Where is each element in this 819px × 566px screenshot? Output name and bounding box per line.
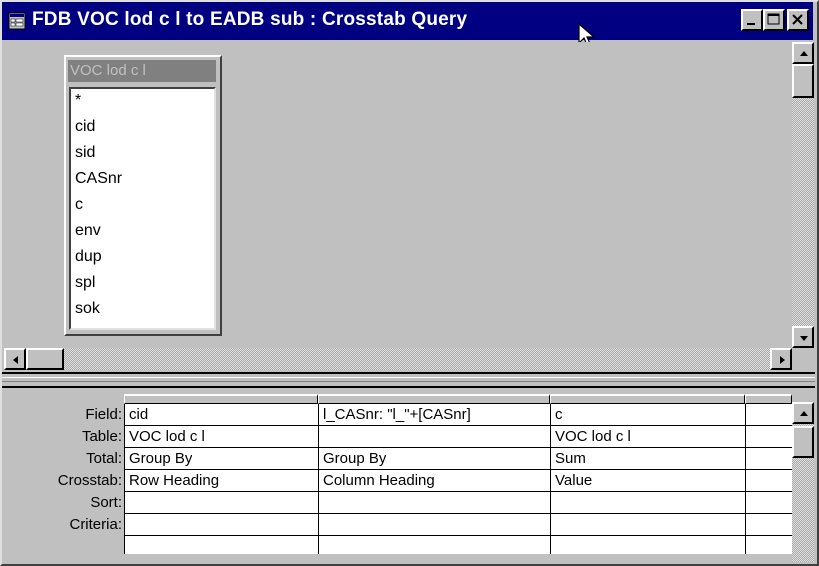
cell-crosstab-1[interactable]: Row Heading — [129, 472, 219, 489]
grid-scroll-up-button[interactable] — [792, 402, 814, 424]
hscroll-thumb[interactable] — [26, 348, 64, 370]
arrow-left-icon — [13, 356, 18, 364]
cell-field-3[interactable]: c — [555, 406, 563, 423]
cell-total-1[interactable]: Group By — [129, 450, 192, 467]
grid-divider — [124, 513, 792, 514]
pane-splitter[interactable] — [2, 372, 815, 388]
close-button[interactable] — [787, 9, 809, 31]
field-item-spl[interactable]: spl — [75, 274, 95, 292]
cell-field-1[interactable]: cid — [129, 406, 148, 423]
scroll-right-button[interactable] — [770, 348, 792, 370]
cell-crosstab-2[interactable]: Column Heading — [323, 472, 435, 489]
grid-vertical-scrollbar[interactable] — [792, 402, 814, 562]
minimize-button[interactable] — [741, 9, 763, 31]
arrow-up-icon — [800, 51, 808, 56]
field-item-dup[interactable]: dup — [75, 248, 102, 266]
row-label-total: Total: — [86, 450, 122, 467]
cell-table-1[interactable]: VOC lod c l — [129, 428, 205, 445]
window-title: FDB VOC lod c l to EADB sub : Crosstab Q… — [32, 9, 468, 30]
cell-table-3[interactable]: VOC lod c l — [555, 428, 631, 445]
arrow-right-icon — [780, 356, 785, 364]
design-grid[interactable]: Field: Table: Total: Crosstab: Sort: Cri… — [4, 390, 793, 560]
row-label-field: Field: — [85, 406, 122, 423]
grid-divider — [550, 404, 551, 554]
grid-divider — [124, 447, 792, 448]
field-list[interactable]: * cid sid CASnr c env dup spl sok — [69, 87, 216, 330]
upper-horizontal-scrollbar[interactable] — [4, 348, 792, 370]
grid-divider — [124, 469, 792, 470]
arrow-down-icon — [800, 336, 808, 341]
upper-vertical-scrollbar[interactable] — [792, 42, 814, 370]
column-selector-3[interactable] — [550, 394, 745, 404]
cell-crosstab-3[interactable]: Value — [555, 472, 592, 489]
field-item-all[interactable]: * — [75, 92, 81, 110]
field-item-sok[interactable]: sok — [75, 300, 100, 318]
scroll-thumb[interactable] — [792, 64, 814, 98]
maximize-icon — [767, 13, 780, 25]
cell-total-2[interactable]: Group By — [323, 450, 386, 467]
row-label-criteria: Criteria: — [69, 516, 122, 533]
grid-scroll-thumb[interactable] — [792, 426, 814, 458]
field-item-c[interactable]: c — [75, 196, 83, 214]
field-list-voc-lod-c-l[interactable]: VOC lod c l * cid sid CASnr c env dup sp… — [64, 55, 222, 336]
grid-divider — [124, 491, 792, 492]
close-icon — [792, 14, 803, 25]
grid-divider — [124, 425, 792, 426]
title-bar[interactable]: FDB VOC lod c l to EADB sub : Crosstab Q… — [2, 2, 813, 40]
field-list-title[interactable]: VOC lod c l — [68, 60, 216, 82]
grid-divider — [318, 404, 319, 554]
field-item-env[interactable]: env — [75, 222, 101, 240]
arrow-up-icon — [800, 411, 808, 416]
cell-field-2[interactable]: l_CASnr: "l_"+[CASnr] — [323, 406, 471, 423]
row-label-table: Table: — [81, 428, 122, 445]
row-label-sort: Sort: — [90, 494, 122, 511]
column-selector-2[interactable] — [318, 394, 550, 404]
grid-cells[interactable] — [124, 404, 793, 554]
minimize-icon — [747, 23, 755, 25]
row-label-crosstab: Crosstab: — [57, 472, 122, 489]
scroll-left-button[interactable] — [4, 348, 26, 370]
grid-divider — [124, 535, 792, 536]
column-selector-4[interactable] — [745, 394, 792, 404]
query-icon[interactable] — [8, 12, 26, 30]
grid-divider — [745, 404, 746, 554]
field-item-sid[interactable]: sid — [75, 144, 95, 162]
field-item-casnr[interactable]: CASnr — [75, 170, 122, 188]
cell-total-3[interactable]: Sum — [555, 450, 586, 467]
maximize-button[interactable] — [763, 9, 785, 31]
scroll-up-button[interactable] — [792, 42, 814, 64]
scroll-corner — [792, 348, 814, 370]
field-item-cid[interactable]: cid — [75, 118, 95, 136]
scroll-down-button[interactable] — [792, 326, 814, 348]
column-selector-1[interactable] — [124, 394, 318, 404]
